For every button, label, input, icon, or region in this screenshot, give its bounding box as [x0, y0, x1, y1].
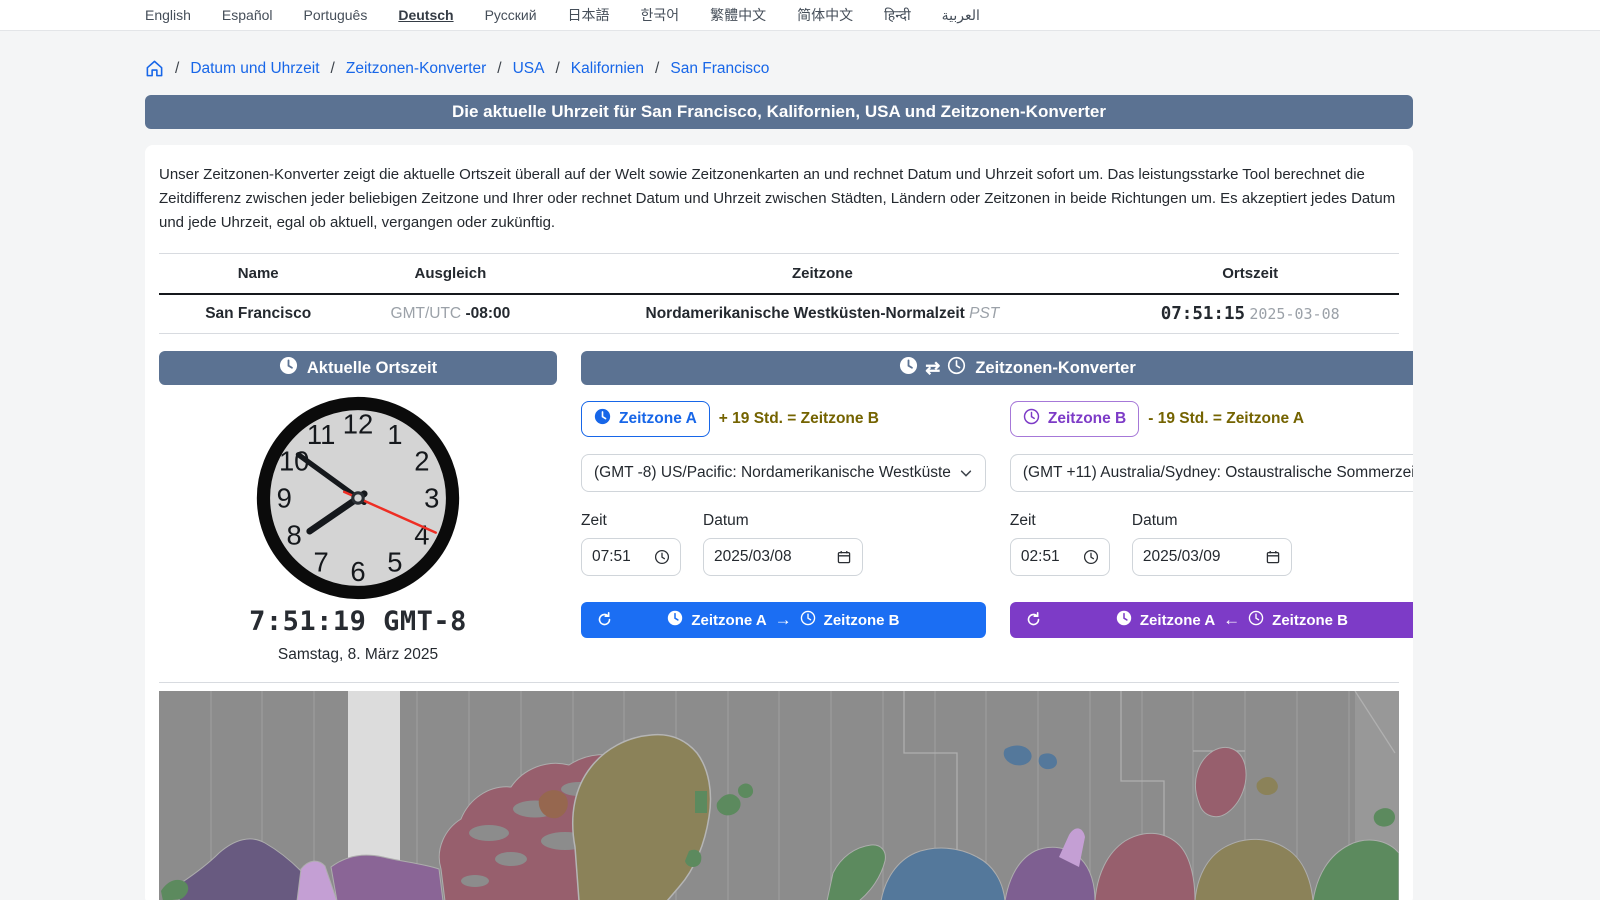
- divider: [159, 682, 1399, 683]
- clock-filled-icon: [594, 408, 611, 430]
- col-header-localtime: Ortszeit: [1101, 253, 1399, 295]
- clock-outline-icon: [1248, 610, 1264, 630]
- converter-header: ⇄ Zeitzonen-Konverter: [581, 351, 1413, 385]
- breadcrumb-item: / San Francisco: [655, 60, 769, 78]
- refresh-icon: [1025, 611, 1042, 628]
- breadcrumb-separator: /: [655, 59, 660, 77]
- clock-filled-icon: [1116, 610, 1132, 630]
- zone-a-date-label: Datum: [703, 512, 749, 529]
- zone-b-relation: - 19 Std. = Zeitzone A: [1148, 410, 1305, 427]
- breadcrumb-link[interactable]: USA: [513, 60, 545, 78]
- language-link[interactable]: Español: [222, 7, 273, 23]
- col-header-name: Name: [159, 253, 358, 295]
- language-link[interactable]: 简体中文: [797, 5, 853, 25]
- language-bar: English Español Português Deutsch Русский 日本語…: [0, 0, 1600, 31]
- local-time: 07:51:15 2025-03-08: [1101, 294, 1399, 334]
- zone-a-column: Zeitzone A + 19 Std. = Zeitzone B (GMT -…: [581, 401, 986, 638]
- svg-text:6: 6: [350, 556, 365, 587]
- breadcrumb-link[interactable]: Datum und Uhrzeit: [190, 60, 319, 78]
- current-date: Samstag, 8. März 2025: [277, 646, 439, 663]
- content-card: Unser Zeitzonen-Konverter zeigt die aktu…: [145, 145, 1413, 900]
- language-link[interactable]: العربية: [942, 7, 980, 24]
- clock-outline-icon: [1023, 408, 1040, 430]
- clock-outline-icon: [800, 610, 816, 630]
- svg-text:12: 12: [343, 409, 373, 440]
- clock-outline-icon[interactable]: [1083, 549, 1099, 565]
- converter-panel: ⇄ Zeitzonen-Konverter Zeitzone A + 19 St…: [581, 351, 1413, 664]
- convert-b-to-a-button[interactable]: Zeitzone A ← Zeitzone B: [1009, 602, 1413, 638]
- language-link[interactable]: Русский: [485, 7, 537, 23]
- zone-b-time-label: Zeit: [1009, 512, 1036, 529]
- zone-a-time-input[interactable]: [581, 538, 681, 576]
- clock-filled-icon: [899, 356, 918, 380]
- breadcrumb-separator: /: [175, 59, 180, 77]
- breadcrumb-link[interactable]: San Francisco: [670, 60, 769, 78]
- arrow-right-icon: →: [774, 610, 792, 629]
- home-icon[interactable]: [145, 59, 164, 78]
- language-link[interactable]: 日本語: [568, 5, 610, 25]
- clock-filled-icon: [279, 356, 298, 380]
- svg-text:3: 3: [424, 482, 439, 513]
- breadcrumb-separator: /: [497, 59, 502, 77]
- refresh-icon: [596, 611, 613, 628]
- timezone-map: [159, 691, 1399, 900]
- col-header-offset: Ausgleich: [357, 253, 544, 295]
- calendar-icon[interactable]: [1265, 549, 1281, 565]
- zone-b-badge[interactable]: Zeitzone B: [1009, 401, 1140, 437]
- language-link[interactable]: हिन्दी: [884, 6, 910, 25]
- zone-b-date-input[interactable]: [1131, 538, 1292, 576]
- timezone-name: Nordamerikanische Westküsten-Normalzeit …: [543, 294, 1102, 334]
- clock-outline-icon[interactable]: [654, 549, 670, 565]
- utc-offset: GMT/UTC -08:00: [357, 294, 544, 334]
- svg-text:7: 7: [314, 546, 329, 577]
- zone-a-date-input[interactable]: [703, 538, 863, 576]
- language-link[interactable]: 繁體中文: [710, 5, 766, 25]
- zone-a-relation: + 19 Std. = Zeitzone B: [718, 410, 880, 427]
- zone-a-timezone-select[interactable]: (GMT -8) US/Pacific: Nordamerikanische W…: [581, 454, 986, 492]
- svg-text:8: 8: [287, 519, 302, 550]
- local-clock-panel: Aktuelle Ortszeit 1 2 3 4 5 6 7 8 9 10 1…: [159, 351, 557, 664]
- svg-text:9: 9: [277, 482, 292, 513]
- breadcrumb-separator: /: [330, 59, 335, 77]
- language-link[interactable]: Português: [304, 7, 368, 23]
- breadcrumb-item: / Kalifornien: [555, 60, 644, 78]
- calendar-icon[interactable]: [836, 549, 852, 565]
- chevron-down-icon: [959, 466, 973, 480]
- col-header-timezone: Zeitzone: [543, 253, 1102, 295]
- language-link[interactable]: Deutsch: [398, 7, 453, 23]
- clock-filled-icon: [667, 610, 683, 630]
- zone-b-timezone-select[interactable]: (GMT +11) Australia/Sydney: Ostaustralis…: [1009, 454, 1413, 492]
- zone-a-badge[interactable]: Zeitzone A: [581, 401, 710, 437]
- svg-text:1: 1: [387, 419, 402, 450]
- breadcrumb-item: / Zeitzonen-Konverter: [331, 60, 487, 78]
- language-link[interactable]: 한국어: [641, 5, 680, 25]
- zone-b-time-input[interactable]: [1009, 538, 1110, 576]
- svg-text:2: 2: [414, 446, 429, 477]
- zone-b-date-label: Datum: [1131, 512, 1178, 529]
- breadcrumb-separator: /: [555, 59, 560, 77]
- language-link[interactable]: English: [145, 7, 191, 23]
- breadcrumb: / Datum und Uhrzeit / Zeitzonen-Konverte…: [145, 59, 1413, 78]
- digital-time: 7:51:19 GMT-8: [249, 606, 467, 637]
- svg-text:11: 11: [307, 419, 335, 450]
- breadcrumb-link[interactable]: Kalifornien: [571, 60, 644, 78]
- arrow-left-icon: ←: [1223, 610, 1241, 629]
- convert-a-to-b-button[interactable]: Zeitzone A → Zeitzone B: [581, 602, 986, 638]
- zone-b-column: Zeitzone B - 19 Std. = Zeitzone A (GMT +…: [1009, 401, 1413, 638]
- table-row: San Francisco GMT/UTC -08:00 Nordamerika…: [159, 294, 1399, 334]
- breadcrumb-link[interactable]: Zeitzonen-Konverter: [346, 60, 486, 78]
- local-clock-header: Aktuelle Ortszeit: [159, 351, 557, 385]
- city-time-table: Name Ausgleich Zeitzone Ortszeit San Fra…: [159, 253, 1399, 334]
- city-name: San Francisco: [159, 294, 358, 334]
- breadcrumb-item: / USA: [497, 60, 544, 78]
- breadcrumb-item: / Datum und Uhrzeit: [175, 60, 320, 78]
- intro-paragraph: Unser Zeitzonen-Konverter zeigt die aktu…: [159, 166, 1396, 231]
- analog-clock: 1 2 3 4 5 6 7 8 9 10 11 12: [256, 396, 460, 600]
- page-title: Die aktuelle Uhrzeit für San Francisco, …: [145, 95, 1413, 129]
- svg-text:5: 5: [387, 546, 402, 577]
- zone-a-time-label: Zeit: [581, 512, 607, 529]
- swap-arrows-icon: ⇄: [925, 357, 941, 378]
- clock-outline-icon: [947, 356, 966, 380]
